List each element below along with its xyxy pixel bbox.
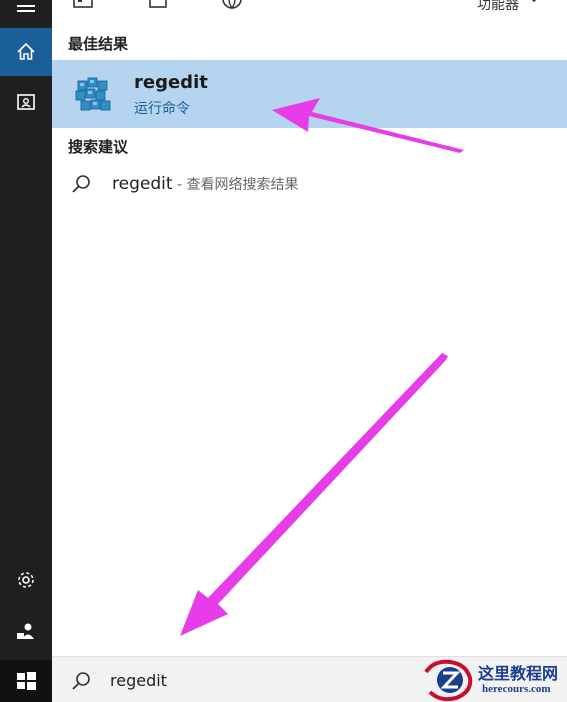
settings-gear-icon xyxy=(18,572,34,588)
feedback-button[interactable] xyxy=(0,612,52,652)
hamburger-menu-button[interactable] xyxy=(0,0,52,18)
left-rail xyxy=(0,0,52,702)
search-input[interactable] xyxy=(110,668,410,692)
feedback-people-icon xyxy=(17,623,34,639)
start-button[interactable] xyxy=(0,660,52,702)
suggestion-item[interactable]: regedit - 查看网络搜索结果 xyxy=(52,166,567,202)
document-icon[interactable] xyxy=(147,0,169,10)
watermark-title: 这里教程网 xyxy=(478,664,559,683)
watermark-url: herecours.com xyxy=(482,683,551,695)
hamburger-menu-icon xyxy=(17,5,35,12)
chevron-down-icon[interactable] xyxy=(527,0,541,6)
registry-editor-icon xyxy=(75,77,111,111)
search-icon xyxy=(72,175,90,193)
best-match-subtitle: 运行命令 xyxy=(134,101,190,117)
watermark-logo xyxy=(424,659,473,702)
calendar-icon[interactable] xyxy=(72,0,94,10)
notebook-button[interactable] xyxy=(0,80,52,124)
home-icon xyxy=(17,42,35,60)
top-toolbar: 功能器 xyxy=(52,0,567,26)
best-match-header: 最佳结果 xyxy=(68,35,129,53)
watermark: 这里教程网 herecours.com xyxy=(420,658,567,702)
notebook-icon xyxy=(17,94,35,110)
results-pane: 最佳结果 regedit 运行命令 搜索建议 regedit - 查看网络搜索结… xyxy=(52,26,567,656)
settings-button[interactable] xyxy=(0,560,52,600)
suggestion-hint: - 查看网络搜索结果 xyxy=(172,177,299,193)
home-button[interactable] xyxy=(0,28,52,76)
windows-start-icon xyxy=(17,672,36,690)
search-window: 功能器 最佳结果 regedit 运行命令 搜索建议 regedit - 查看网 xyxy=(0,0,567,702)
best-match-title: regedit xyxy=(134,72,208,93)
search-icon xyxy=(72,672,90,690)
globe-icon[interactable] xyxy=(220,0,244,12)
suggestion-term: regedit xyxy=(112,174,173,194)
suggestions-header: 搜索建议 xyxy=(68,138,129,156)
suggestion-text: regedit - 查看网络搜索结果 xyxy=(112,174,298,194)
location-label[interactable]: 功能器 xyxy=(477,0,519,14)
best-match-item[interactable]: regedit 运行命令 xyxy=(52,60,567,128)
